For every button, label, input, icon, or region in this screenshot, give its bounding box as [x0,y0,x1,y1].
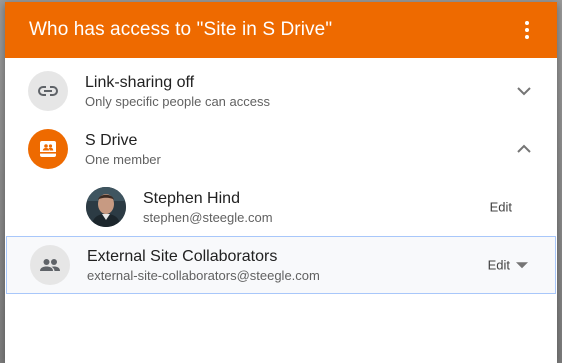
chevron-up-icon[interactable] [517,144,531,154]
dialog-title: Who has access to "Site in S Drive" [29,19,333,40]
group-role-button[interactable]: Edit [488,258,510,273]
member-row[interactable]: Stephen Hind stephen@steegle.com Edit [5,178,557,236]
shared-drive-subtitle: One member [85,151,161,167]
dialog-header: Who has access to "Site in S Drive" [5,2,557,58]
group-email: external-site-collaborators@steegle.com [87,267,320,283]
member-name: Stephen Hind [143,189,240,207]
more-vert-icon[interactable] [519,18,535,42]
shared-drive-title: S Drive [85,131,138,149]
shared-drive-row[interactable]: S Drive One member [5,120,557,178]
member-role-button[interactable]: Edit [490,200,512,215]
link-sharing-subtitle: Only specific people can access [85,93,270,109]
link-sharing-row[interactable]: Link-sharing off Only specific people ca… [5,62,557,120]
member-avatar [86,187,126,227]
member-email: stephen@steegle.com [143,209,273,225]
chevron-down-icon[interactable] [517,86,531,96]
shared-drive-icon [28,129,68,169]
link-sharing-title: Link-sharing off [85,73,195,91]
link-icon [28,71,68,111]
access-dialog: Who has access to "Site in S Drive" Link… [5,2,557,363]
group-name: External Site Collaborators [87,247,278,265]
group-icon [30,245,70,285]
group-row[interactable]: External Site Collaborators external-sit… [6,236,556,294]
dropdown-arrow-icon[interactable] [516,262,528,269]
